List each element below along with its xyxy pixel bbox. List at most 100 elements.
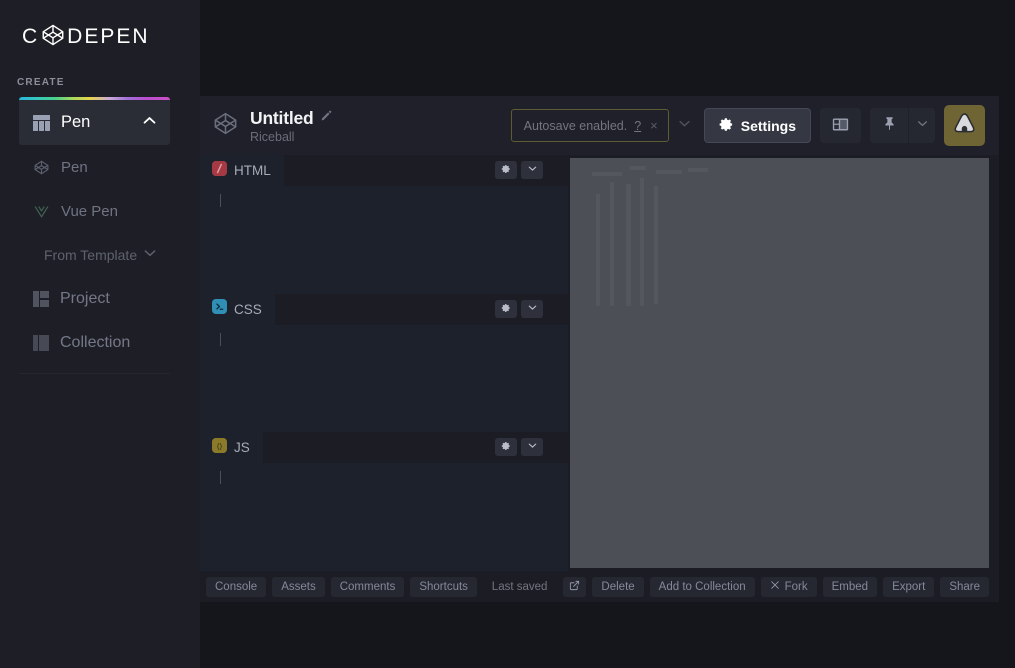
editor-pane-css: CSS [200, 293, 570, 433]
add-to-collection-button[interactable]: Add to Collection [649, 576, 755, 597]
css-icon [212, 299, 227, 319]
embed-button-label: Embed [831, 580, 869, 593]
css-code-area[interactable] [200, 324, 570, 433]
chevron-down-icon [527, 438, 538, 456]
pin-dropdown-button[interactable] [908, 108, 935, 143]
gear-icon [719, 117, 734, 135]
export-button-label: Export [892, 580, 926, 593]
skeleton-line [626, 184, 631, 306]
tab-html[interactable]: HTML [200, 155, 284, 186]
close-icon[interactable]: × [648, 119, 660, 132]
fork-button-label: Fork [784, 580, 808, 593]
html-collapse-button[interactable] [521, 161, 543, 179]
autosave-dropdown-button[interactable] [672, 109, 697, 142]
brand-text-post: DEPEN [67, 25, 150, 48]
tab-label: CSS [234, 301, 262, 317]
settings-button-label: Settings [740, 117, 796, 134]
embed-button[interactable]: Embed [822, 576, 878, 597]
fork-button[interactable]: Fork [760, 576, 817, 597]
editor-header: Untitled Riceball Autosave enabled. ? × [200, 96, 999, 155]
codepen-editor-app: C DEPEN CREATE Pen Pen Vue Pen From Temp… [0, 0, 1015, 668]
pin-button[interactable] [870, 108, 908, 143]
css-collapse-button[interactable] [521, 299, 543, 318]
pen-author[interactable]: Riceball [250, 130, 333, 144]
skeleton-line [592, 172, 622, 176]
js-collapse-button[interactable] [521, 438, 543, 457]
sidebar-item-label: Pen [61, 158, 88, 176]
page-title[interactable]: Untitled [250, 108, 314, 129]
pane-tools [495, 299, 543, 318]
chevron-down-icon [916, 117, 929, 135]
chevron-down-icon[interactable] [142, 245, 158, 266]
html-settings-button[interactable] [495, 161, 517, 179]
pin-icon [882, 116, 897, 136]
pin-button-group [870, 108, 935, 143]
skeleton-line [610, 182, 614, 306]
layout-view-icon [832, 117, 849, 135]
sidebar-item-label: Collection [60, 334, 131, 351]
editor-footer: Console Assets Comments Shortcuts Last s… [200, 571, 999, 602]
editor-pane-html: HTML [200, 155, 570, 294]
tab-css[interactable]: CSS [200, 293, 275, 325]
avatar[interactable] [944, 105, 985, 146]
chevron-down-icon [677, 116, 692, 136]
sidebar-item-project[interactable]: Project [19, 277, 170, 321]
assets-button-label: Assets [281, 580, 316, 593]
sidebar-item-collection[interactable]: Collection [19, 321, 170, 365]
chevron-up-icon[interactable] [141, 112, 158, 134]
tab-label: JS [234, 440, 250, 456]
html-gutter [200, 186, 220, 294]
skeleton-line [596, 194, 600, 306]
css-caret [220, 332, 221, 346]
chevron-down-icon [527, 300, 538, 318]
delete-button[interactable]: Delete [592, 576, 644, 597]
sidebar-item-vue-pen[interactable]: Vue Pen [19, 189, 170, 233]
collection-icon [33, 335, 49, 351]
settings-button[interactable]: Settings [703, 108, 811, 143]
js-settings-button[interactable] [495, 438, 517, 457]
preview-pane[interactable] [570, 158, 989, 568]
sidebar-create-card: Pen [19, 97, 170, 145]
sidebar-item-pen-active[interactable]: Pen [19, 100, 170, 145]
project-icon [33, 291, 49, 307]
css-settings-button[interactable] [495, 299, 517, 318]
skeleton-line [640, 178, 644, 306]
gear-icon [501, 161, 511, 179]
open-in-new-tab-button[interactable] [563, 576, 587, 597]
export-button[interactable]: Export [883, 576, 935, 597]
js-icon: () [212, 437, 227, 458]
share-button[interactable]: Share [940, 576, 989, 597]
js-gutter [200, 463, 220, 572]
shortcuts-button-label: Shortcuts [419, 580, 468, 593]
sidebar-create-list: Pen Vue Pen From Template Project Collec… [19, 145, 170, 374]
console-button[interactable]: Console [206, 576, 267, 597]
pencil-icon[interactable] [320, 109, 333, 127]
sidebar-item-label: Vue Pen [61, 202, 118, 220]
editor-body: HTML CSS () JS Console Assets Comments S… [200, 155, 999, 602]
share-button-label: Share [949, 580, 980, 593]
sidebar-item-from-template[interactable]: From Template [19, 233, 170, 277]
css-gutter [200, 324, 220, 433]
comments-button[interactable]: Comments [330, 576, 405, 597]
sidebar-item-pen[interactable]: Pen [19, 145, 170, 189]
preview-column [570, 155, 999, 571]
codepen-logo[interactable]: C DEPEN [22, 24, 150, 50]
chevron-down-icon [527, 161, 538, 179]
sidebar: C DEPEN CREATE Pen Pen Vue Pen From Temp… [0, 0, 200, 668]
shortcuts-button[interactable]: Shortcuts [410, 576, 477, 597]
code-editors-column: HTML CSS () JS [200, 155, 570, 572]
skeleton-line [654, 186, 658, 304]
pen-meta: Untitled Riceball [250, 108, 333, 144]
tab-label: HTML [234, 163, 271, 178]
sidebar-item-label: From Template [44, 247, 138, 263]
autosave-text: Autosave enabled. [523, 118, 628, 133]
html-code-area[interactable] [200, 186, 570, 294]
tab-js[interactable]: () JS [200, 432, 263, 464]
assets-button[interactable]: Assets [272, 576, 325, 597]
pane-tools [495, 161, 543, 179]
autosave-help-link[interactable]: ? [634, 119, 641, 133]
js-code-area[interactable] [200, 463, 570, 572]
layout-view-button[interactable] [820, 108, 861, 143]
delete-button-label: Delete [601, 580, 635, 593]
skeleton-line [630, 166, 646, 170]
